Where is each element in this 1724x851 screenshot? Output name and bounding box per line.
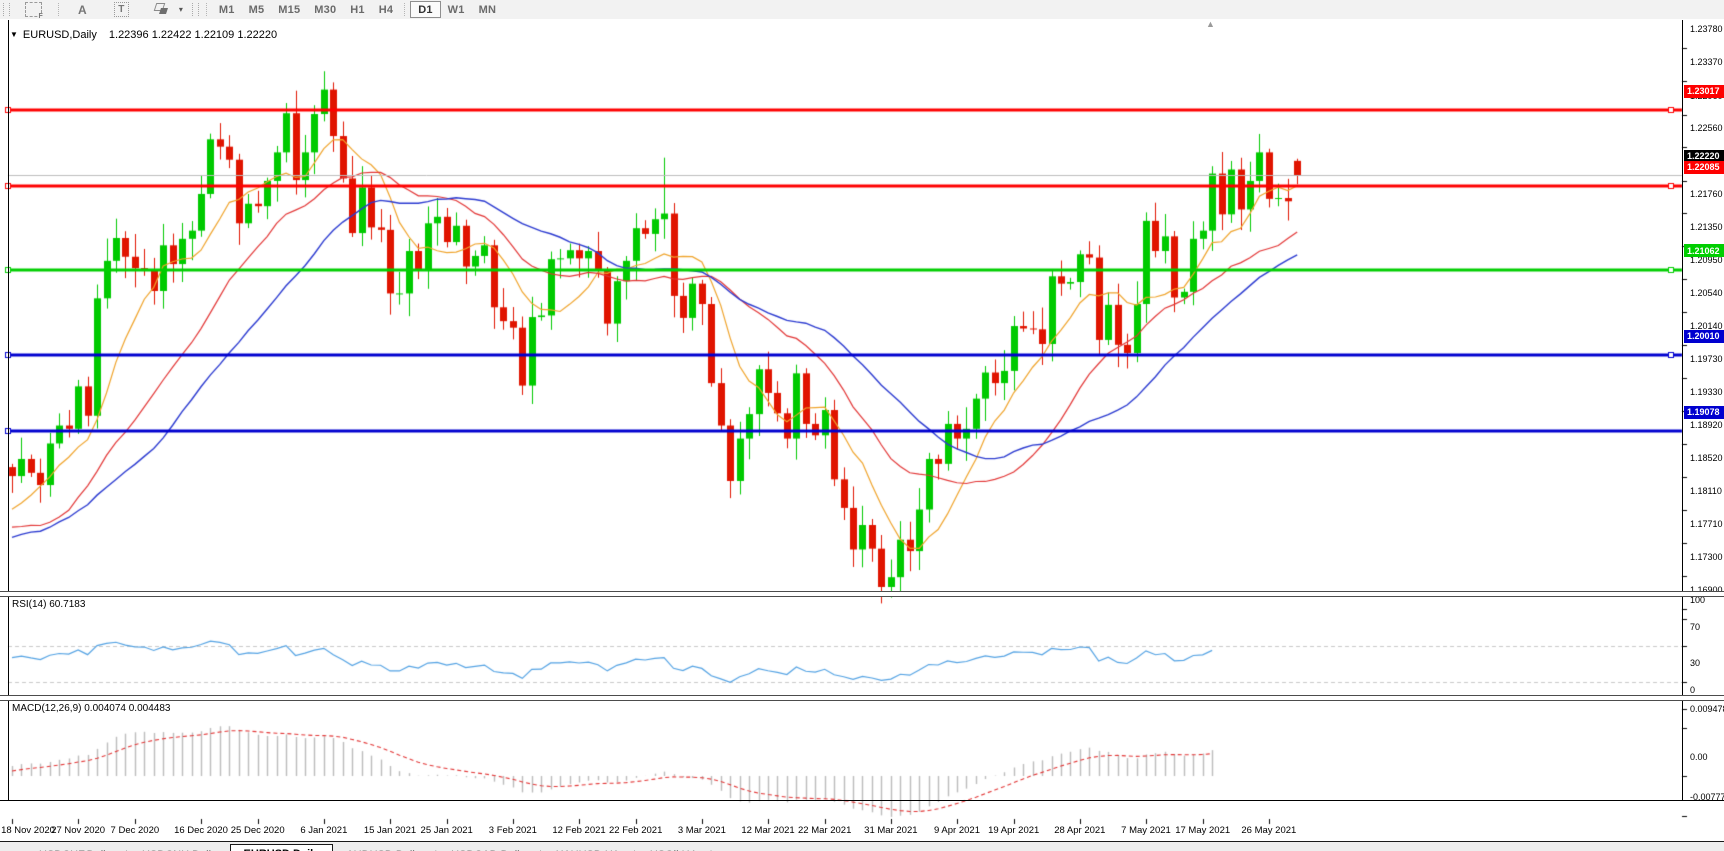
timeframe-buttons: M1 M5 M15 M30 H1 H4 D1 W1 MN	[202, 1, 503, 18]
date-axis-label: 6 Jan 2021	[300, 825, 348, 836]
macd-indicator-label: MACD(12,26,9) 0.004074 0.004483	[12, 703, 170, 714]
tab-usoil-h4[interactable]: USOil,H4	[637, 846, 709, 851]
timeframe-button-m30[interactable]: M30	[307, 1, 343, 18]
timeframe-button-mn[interactable]: MN	[472, 1, 504, 18]
date-axis-label: 7 Dec 2020	[110, 825, 160, 836]
chart-window: ▼ EURUSD,Daily 1.22396 1.22422 1.22109 1.2…	[0, 19, 1724, 851]
toolbar-separator	[58, 3, 60, 16]
rsi-axis-label: 70	[1690, 622, 1701, 632]
rsi-name: RSI(14)	[12, 599, 47, 610]
mt4-terminal: F A T ▾ M1 M5 M15 M30 H1 H4 D1 W1 MN ▼ EURUSD,Dai…	[0, 0, 1724, 851]
date-axis-label: 17 May 2021	[1175, 825, 1231, 836]
chart-title: ▼ EURUSD,Daily 1.22396 1.22422 1.22109 1.2…	[10, 29, 277, 41]
date-axis-label: 31 Mar 2021	[864, 825, 918, 836]
price-axis-label: 1.18110	[1690, 486, 1722, 497]
price-axis-label: 1.19330	[1690, 386, 1723, 397]
text-tool-button[interactable]: T	[101, 1, 142, 18]
date-axis-label: 25 Dec 2020	[230, 825, 285, 836]
timeframe-button-h1[interactable]: H1	[343, 1, 371, 18]
rsi-axis-label: 0	[1690, 685, 1696, 695]
shapes-dropdown-caret-icon[interactable]: ▾	[179, 5, 183, 14]
toolbar-separator	[205, 3, 208, 16]
xaxis-line	[0, 800, 1724, 801]
chart-canvas[interactable]	[0, 19, 1724, 851]
date-axis-label: 22 Feb 2021	[609, 825, 663, 836]
chart-tabs-bar: USDCHF,Daily|USDCNH,DailyEURUSD,DailyAUD…	[0, 842, 1724, 851]
price-axis-label: 1.20540	[1690, 288, 1723, 299]
date-axis-label: 25 Jan 2021	[420, 825, 473, 836]
chart-toolbar: F A T ▾ M1 M5 M15 M30 H1 H4 D1 W1 MN	[0, 0, 1724, 20]
date-axis-label: 27 Nov 2020	[51, 825, 106, 836]
tab-audusd-daily[interactable]: AUDUSD,Daily	[333, 846, 433, 851]
date-axis-label: 9 Apr 2021	[934, 825, 980, 836]
toolbar-separator	[404, 3, 406, 16]
date-axis-label: 28 Apr 2021	[1054, 825, 1106, 836]
price-axis-label: 1.18520	[1690, 452, 1723, 463]
date-axis-label: 26 May 2021	[1241, 825, 1297, 836]
price-axis-border	[1682, 20, 1683, 801]
date-axis-label: 3 Mar 2021	[677, 825, 726, 836]
price-axis-label: 1.17300	[1690, 552, 1723, 563]
price-badge: 1.20010	[1684, 329, 1724, 343]
timeframe-button-m5[interactable]: M5	[242, 1, 272, 18]
rsi-axis-label: 30	[1690, 658, 1701, 668]
tab-usdcad-daily[interactable]: USDCAD,Daily	[438, 846, 538, 851]
price-axis-label: 1.17710	[1690, 518, 1723, 529]
price-axis-label: 1.19730	[1690, 354, 1723, 365]
timeframe-button-m1[interactable]: M1	[212, 1, 242, 18]
text-tool-icon: T	[113, 2, 129, 17]
chart-ohlc-values: 1.22396 1.22422 1.22109 1.22220	[108, 29, 278, 41]
date-axis-label: 3 Feb 2021	[488, 825, 537, 836]
templates-grid-icon: F	[25, 2, 43, 20]
shapes-tool-button[interactable]	[142, 1, 179, 18]
shapes-tool-icon	[153, 3, 169, 16]
plot-left-border	[8, 20, 9, 801]
date-axis-label: 15 Jan 2021	[363, 825, 417, 836]
collapse-indicator-icon[interactable]: ▼	[10, 30, 18, 39]
price-axis-label: 1.23370	[1690, 57, 1723, 68]
price-badge: 1.22085	[1684, 160, 1724, 174]
macd-values: 0.004074 0.004483	[84, 703, 171, 714]
font-tool-button[interactable]: A	[64, 1, 101, 18]
macd-axis-label: 0.009478	[1690, 703, 1724, 714]
date-axis-label: 18 Nov 2020	[1, 825, 55, 836]
chart-shift-marker-icon[interactable]: ▲	[1206, 19, 1215, 29]
chart-symbol-label: EURUSD,Daily	[22, 29, 97, 41]
timeframe-button-d1[interactable]: D1	[410, 1, 441, 18]
toolbar-grip[interactable]	[3, 3, 10, 16]
price-axis-label: 1.22560	[1690, 123, 1723, 134]
date-axis-label: 12 Mar 2021	[741, 825, 795, 836]
tab-xauusd-h1[interactable]: XAUUSD,H1	[543, 846, 632, 851]
price-badge: 1.19078	[1684, 405, 1724, 419]
rsi-indicator-label: RSI(14) 60.7183	[12, 599, 85, 610]
tab-usdchf-daily[interactable]: USDCHF,Daily	[26, 846, 124, 851]
rsi-value: 60.7183	[49, 599, 86, 610]
date-axis-label: 7 May 2021	[1121, 825, 1171, 836]
price-axis-label: 1.18920	[1690, 420, 1723, 431]
font-tool-icon: A	[78, 2, 87, 17]
date-axis-label: 12 Feb 2021	[552, 825, 606, 836]
price-badge: 1.23017	[1684, 84, 1724, 98]
tab-usdcnh-daily[interactable]: USDCNH,Daily	[129, 846, 230, 851]
templates-tool-button[interactable]: F	[13, 1, 54, 20]
price-axis-label: 1.21350	[1690, 222, 1723, 233]
timeframe-button-h4[interactable]: H4	[372, 1, 400, 18]
price-axis-label: 1.21760	[1690, 188, 1723, 199]
timeframe-button-w1[interactable]: W1	[441, 1, 472, 18]
date-axis-label: 22 Mar 2021	[798, 825, 852, 836]
price-badge: 1.21062	[1684, 244, 1724, 258]
timeframe-button-m15[interactable]: M15	[271, 1, 307, 18]
toolbar-grip-2[interactable]	[191, 3, 199, 16]
macd-name: MACD(12,26,9)	[12, 703, 82, 714]
date-axis-label: 16 Dec 2020	[174, 825, 228, 836]
date-axis-label: 19 Apr 2021	[988, 825, 1040, 836]
main-rsi-splitter[interactable]	[0, 591, 1724, 597]
macd-axis-label: 0.00	[1690, 752, 1708, 762]
rsi-macd-splitter[interactable]	[0, 695, 1724, 701]
price-axis-label: 1.23780	[1690, 24, 1723, 34]
tab-eurusd-daily[interactable]: EURUSD,Daily	[229, 843, 334, 851]
